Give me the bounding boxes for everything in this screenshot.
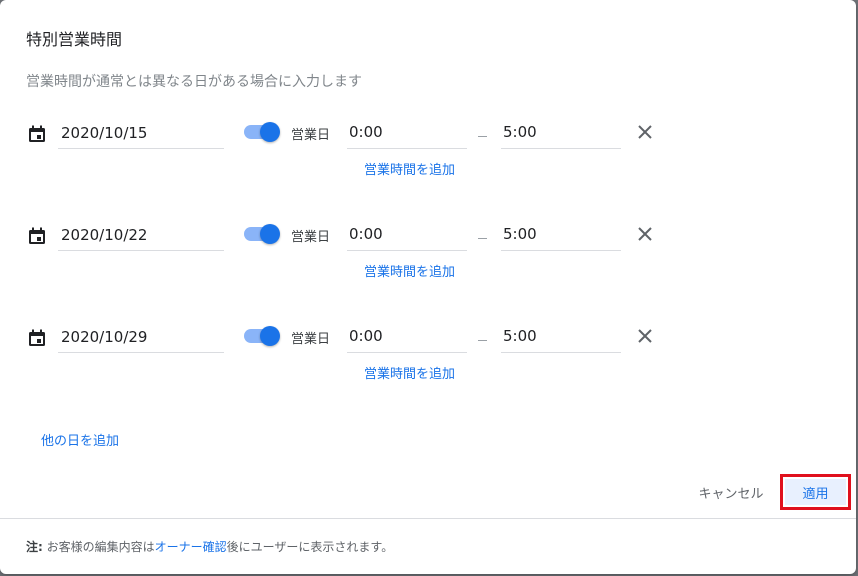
- close-time-field[interactable]: 5:00: [501, 114, 621, 149]
- calendar-icon[interactable]: [27, 328, 47, 348]
- apply-button[interactable]: 適用: [785, 479, 846, 505]
- special-hours-row: 2020/10/15 営業日 0:00 5:00 営業時間を追加: [0, 114, 856, 204]
- open-time-field[interactable]: 0:00: [347, 216, 467, 251]
- special-hours-row: 2020/10/22 営業日 0:00 5:00 営業時間を追加: [0, 216, 856, 306]
- close-time-value: 5:00: [503, 225, 537, 243]
- business-day-label: 営業日: [291, 128, 331, 143]
- business-day-label: 営業日: [291, 332, 331, 347]
- toggle-knob: [260, 122, 280, 142]
- special-hours-dialog: 特別営業時間 営業時間が通常とは異なる日がある場合に入力します 2020/10/…: [0, 0, 856, 574]
- open-time-value: 0:00: [349, 327, 383, 345]
- close-time-value: 5:00: [503, 327, 537, 345]
- date-value: 2020/10/15: [61, 124, 148, 142]
- footer-text-after: 後にユーザーに表示されます。: [226, 540, 394, 554]
- business-day-label: 営業日: [291, 230, 331, 245]
- open-time-value: 0:00: [349, 225, 383, 243]
- date-field[interactable]: 2020/10/15: [58, 114, 224, 149]
- toggle-knob: [260, 326, 280, 346]
- date-field[interactable]: 2020/10/22: [58, 216, 224, 251]
- footer-note: 注: お客様の編集内容はオーナー確認後にユーザーに表示されます。: [26, 538, 393, 555]
- close-time-value: 5:00: [503, 123, 537, 141]
- calendar-icon[interactable]: [27, 226, 47, 246]
- open-time-field[interactable]: 0:00: [347, 318, 467, 353]
- add-hours-link[interactable]: 営業時間を追加: [364, 261, 455, 280]
- time-range-dash: [478, 340, 487, 341]
- add-hours-link[interactable]: 営業時間を追加: [364, 159, 455, 178]
- dialog-title: 特別営業時間: [26, 30, 123, 49]
- close-time-field[interactable]: 5:00: [501, 318, 621, 353]
- time-range-dash: [478, 136, 487, 137]
- open-time-field[interactable]: 0:00: [347, 114, 467, 149]
- dialog-subtitle: 営業時間が通常とは異なる日がある場合に入力します: [26, 74, 362, 90]
- calendar-icon[interactable]: [27, 124, 47, 144]
- footer-divider: [0, 518, 856, 519]
- special-hours-row: 2020/10/29 営業日 0:00 5:00 営業時間を追加: [0, 318, 856, 408]
- footer-text-before: お客様の編集内容は: [42, 540, 155, 554]
- add-hours-link[interactable]: 営業時間を追加: [364, 363, 455, 382]
- date-value: 2020/10/22: [61, 226, 148, 244]
- owner-verification-link[interactable]: オーナー確認: [155, 540, 227, 554]
- apply-button-highlight: 適用: [780, 474, 851, 510]
- add-another-day-link[interactable]: 他の日を追加: [41, 430, 119, 449]
- toggle-knob: [260, 224, 280, 244]
- close-icon[interactable]: [636, 225, 654, 243]
- footer-note-label: 注:: [26, 540, 43, 554]
- close-time-field[interactable]: 5:00: [501, 216, 621, 251]
- date-field[interactable]: 2020/10/29: [58, 318, 224, 353]
- close-icon[interactable]: [636, 327, 654, 345]
- business-day-toggle[interactable]: [244, 224, 280, 244]
- time-range-dash: [478, 238, 487, 239]
- business-day-toggle[interactable]: [244, 326, 280, 346]
- cancel-button[interactable]: キャンセル: [686, 474, 776, 510]
- close-icon[interactable]: [636, 123, 654, 141]
- date-value: 2020/10/29: [61, 328, 148, 346]
- business-day-toggle[interactable]: [244, 122, 280, 142]
- open-time-value: 0:00: [349, 123, 383, 141]
